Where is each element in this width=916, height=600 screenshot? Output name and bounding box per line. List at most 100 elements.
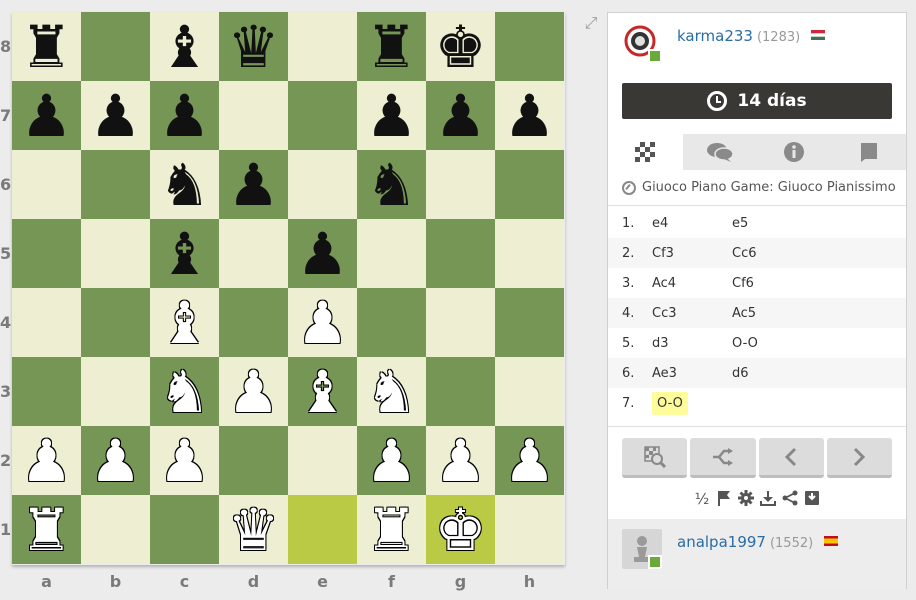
white-move[interactable]: Cc3 — [648, 306, 728, 321]
white-rook-piece[interactable]: ♜ — [21, 501, 73, 559]
share-icon[interactable] — [782, 490, 798, 510]
tab-chat[interactable] — [683, 134, 758, 170]
square-a4[interactable] — [12, 288, 81, 357]
square-b3[interactable] — [81, 357, 150, 426]
white-move[interactable]: e4 — [648, 216, 728, 231]
black-queen-piece[interactable]: ♛ — [228, 18, 280, 76]
square-f7[interactable]: ♟ — [357, 81, 426, 150]
square-b8[interactable] — [81, 12, 150, 81]
black-rook-piece[interactable]: ♜ — [21, 18, 73, 76]
square-a1[interactable]: ♜ — [12, 495, 81, 564]
square-h6[interactable] — [495, 150, 564, 219]
offer-draw-button[interactable]: ½ — [694, 490, 710, 510]
black-pawn-piece[interactable]: ♟ — [90, 87, 142, 145]
square-a8[interactable]: ♜ — [12, 12, 81, 81]
black-pawn-piece[interactable]: ♟ — [228, 156, 280, 214]
save-icon[interactable] — [804, 490, 820, 510]
white-move[interactable]: Ac4 — [648, 276, 728, 291]
square-d7[interactable] — [219, 81, 288, 150]
square-c6[interactable]: ♞ — [150, 150, 219, 219]
black-pawn-piece[interactable]: ♟ — [504, 87, 556, 145]
square-d1[interactable]: ♛ — [219, 495, 288, 564]
square-g5[interactable] — [426, 219, 495, 288]
square-h4[interactable] — [495, 288, 564, 357]
settings-gear-icon[interactable] — [738, 490, 754, 510]
chess-board[interactable]: ♜ ♝ ♛ ♜ ♚ ♟ ♟ ♟ ♟ ♟ ♟ ♞ ♟ ♞ ♝ ♟ ♝ ♟ ♞ ♟ ♝ ♞ ♟ ♟ ♟ ♟ ♟ ♟ ♜ ♛ ♜ ♚ — [12, 12, 565, 565]
square-d2[interactable] — [219, 426, 288, 495]
square-c7[interactable]: ♟ — [150, 81, 219, 150]
black-knight-piece[interactable]: ♞ — [159, 156, 211, 214]
previous-move-button[interactable] — [758, 438, 824, 478]
square-h8[interactable] — [495, 12, 564, 81]
square-a7[interactable]: ♟ — [12, 81, 81, 150]
square-e7[interactable] — [288, 81, 357, 150]
black-knight-piece[interactable]: ♞ — [366, 156, 418, 214]
white-bishop-piece[interactable]: ♝ — [297, 363, 349, 421]
white-knight-piece[interactable]: ♞ — [159, 363, 211, 421]
white-move[interactable]: Cf3 — [648, 246, 728, 261]
black-pawn-piece[interactable]: ♟ — [21, 87, 73, 145]
square-h7[interactable]: ♟ — [495, 81, 564, 150]
square-f8[interactable]: ♜ — [357, 12, 426, 81]
black-move[interactable]: e5 — [728, 216, 808, 231]
white-move[interactable]: d3 — [648, 336, 728, 351]
black-bishop-piece[interactable]: ♝ — [159, 18, 211, 76]
square-h2[interactable]: ♟ — [495, 426, 564, 495]
square-f4[interactable] — [357, 288, 426, 357]
square-f6[interactable]: ♞ — [357, 150, 426, 219]
square-e4[interactable]: ♟ — [288, 288, 357, 357]
square-c5[interactable]: ♝ — [150, 219, 219, 288]
square-g7[interactable]: ♟ — [426, 81, 495, 150]
white-king-piece[interactable]: ♚ — [435, 501, 487, 559]
square-b1[interactable] — [81, 495, 150, 564]
square-b2[interactable]: ♟ — [81, 426, 150, 495]
square-f5[interactable] — [357, 219, 426, 288]
download-icon[interactable] — [760, 490, 776, 510]
square-g6[interactable] — [426, 150, 495, 219]
square-f1[interactable]: ♜ — [357, 495, 426, 564]
white-move[interactable]: O-O — [648, 391, 728, 415]
white-knight-piece[interactable]: ♞ — [366, 363, 418, 421]
white-rook-piece[interactable]: ♜ — [366, 501, 418, 559]
square-c3[interactable]: ♞ — [150, 357, 219, 426]
black-rook-piece[interactable]: ♜ — [366, 18, 418, 76]
square-e3[interactable]: ♝ — [288, 357, 357, 426]
black-pawn-piece[interactable]: ♟ — [297, 225, 349, 283]
square-b7[interactable]: ♟ — [81, 81, 150, 150]
square-d6[interactable]: ♟ — [219, 150, 288, 219]
square-g8[interactable]: ♚ — [426, 12, 495, 81]
square-g3[interactable] — [426, 357, 495, 426]
square-e1[interactable] — [288, 495, 357, 564]
player-name[interactable]: analpa1997 — [677, 533, 766, 551]
analysis-button[interactable] — [622, 438, 688, 478]
square-c1[interactable] — [150, 495, 219, 564]
square-e5[interactable]: ♟ — [288, 219, 357, 288]
black-king-piece[interactable]: ♚ — [435, 18, 487, 76]
black-move[interactable]: O-O — [728, 336, 808, 351]
square-g2[interactable]: ♟ — [426, 426, 495, 495]
black-move[interactable]: Cc6 — [728, 246, 808, 261]
black-pawn-piece[interactable]: ♟ — [366, 87, 418, 145]
white-pawn-piece[interactable]: ♟ — [228, 363, 280, 421]
white-bishop-piece[interactable]: ♝ — [159, 294, 211, 352]
square-g1[interactable]: ♚ — [426, 495, 495, 564]
square-d3[interactable]: ♟ — [219, 357, 288, 426]
white-move[interactable]: Ae3 — [648, 366, 728, 381]
square-a3[interactable] — [12, 357, 81, 426]
square-d4[interactable] — [219, 288, 288, 357]
expand-icon[interactable]: ⤢ — [582, 14, 600, 32]
white-queen-piece[interactable]: ♛ — [228, 501, 280, 559]
black-move[interactable]: Cf6 — [728, 276, 808, 291]
square-c4[interactable]: ♝ — [150, 288, 219, 357]
square-f3[interactable]: ♞ — [357, 357, 426, 426]
next-move-button[interactable] — [826, 438, 892, 478]
black-pawn-piece[interactable]: ♟ — [159, 87, 211, 145]
black-move[interactable]: Ac5 — [728, 306, 808, 321]
opening-name[interactable]: Giuoco Piano Game: Giuoco Pianissimo — [608, 170, 906, 206]
square-f2[interactable]: ♟ — [357, 426, 426, 495]
tab-info[interactable] — [757, 134, 832, 170]
avatar[interactable] — [622, 23, 662, 63]
white-pawn-piece[interactable]: ♟ — [297, 294, 349, 352]
square-d5[interactable] — [219, 219, 288, 288]
square-e8[interactable] — [288, 12, 357, 81]
